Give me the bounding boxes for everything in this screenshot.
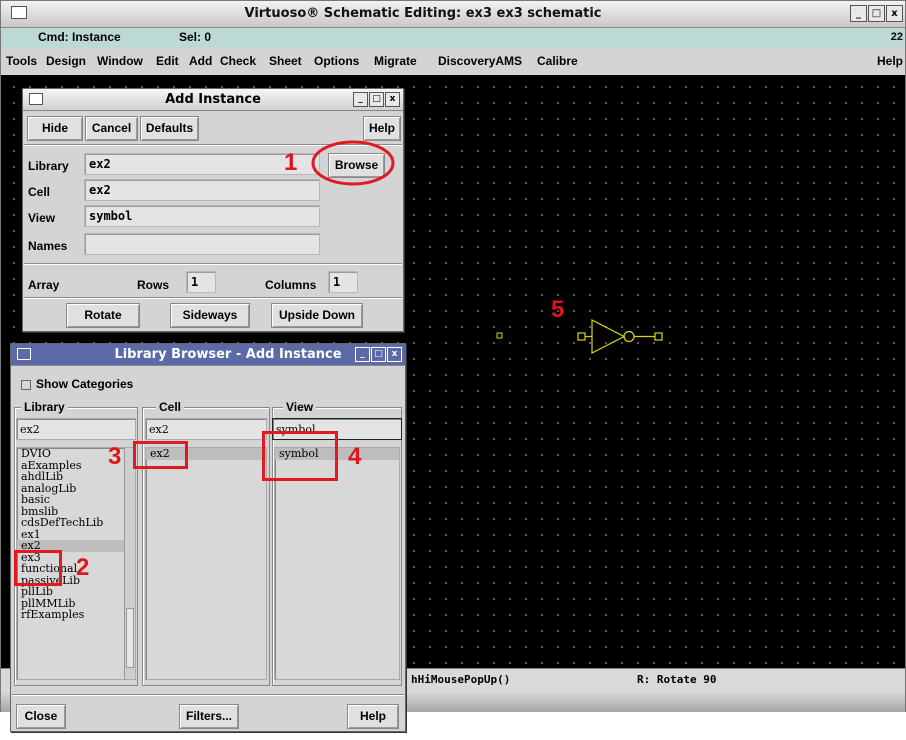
browse-highlight-ellipse [311, 140, 395, 186]
rows-label: Rows [137, 278, 170, 292]
separator [24, 297, 402, 299]
window-title: Virtuoso® Schematic Editing: ex3 ex3 sch… [244, 6, 602, 21]
cmd-bar-number: 22 [890, 31, 903, 43]
cell-filter-field[interactable]: ex2 [145, 418, 267, 440]
annotation-box-3 [133, 441, 188, 469]
upside-down-button[interactable]: Upside Down [271, 303, 363, 328]
add-instance-title: Add Instance [165, 92, 261, 107]
menu-tools[interactable]: Tools [6, 54, 37, 68]
menu-migrate[interactable]: Migrate [374, 54, 417, 68]
filters-button[interactable]: Filters... [179, 704, 239, 729]
library-browser-title: Library Browser - Add Instance [114, 347, 342, 362]
command-status-bar: Cmd: Instance Sel: 0 22 [1, 28, 905, 49]
list-item[interactable]: pllLib [17, 586, 135, 598]
minimize-icon[interactable]: _ [850, 5, 867, 22]
help-button[interactable]: Help [347, 704, 399, 729]
view-label: View [28, 211, 56, 225]
mouse-hint-right: R: Rotate 90 [637, 673, 717, 686]
menu-help[interactable]: Help [877, 54, 903, 68]
columns-field[interactable]: 1 [328, 271, 358, 293]
columns-label: Columns [265, 278, 317, 292]
separator [24, 263, 402, 265]
cell-column-header: Cell [156, 400, 185, 414]
scroll-thumb[interactable] [126, 608, 134, 668]
annotation-number-3: 3 [108, 443, 122, 470]
list-item[interactable]: rfExamples [17, 609, 135, 621]
annotation-number-1: 1 [284, 149, 298, 176]
show-categories-checkbox[interactable] [21, 380, 31, 390]
annotation-box-2 [14, 550, 62, 586]
inverter-symbol-icon [577, 319, 663, 354]
menu-calibre[interactable]: Calibre [537, 54, 578, 68]
maximize-icon[interactable]: □ [868, 5, 885, 22]
names-field[interactable] [84, 233, 320, 255]
library-column-header: Library [21, 400, 68, 414]
add-instance-title-bar[interactable]: Add Instance _ □ x [23, 89, 403, 111]
cell-field[interactable]: ex2 [84, 179, 320, 201]
rotate-button[interactable]: Rotate [66, 303, 140, 328]
mouse-hint-left: hHiMousePopUp() [411, 673, 511, 686]
annotation-box-4 [262, 431, 338, 481]
maximize-icon[interactable]: □ [371, 347, 386, 362]
library-browser-dialog: Library Browser - Add Instance _ □ x Sho… [10, 343, 406, 732]
dialog-menu-icon[interactable] [17, 348, 31, 360]
title-bar[interactable]: Virtuoso® Schematic Editing: ex3 ex3 sch… [1, 1, 905, 28]
menu-options[interactable]: Options [314, 54, 359, 68]
sideways-button[interactable]: Sideways [170, 303, 250, 328]
array-label: Array [28, 278, 60, 292]
menu-add[interactable]: Add [189, 54, 212, 68]
menu-check[interactable]: Check [220, 54, 256, 68]
close-icon[interactable]: x [387, 347, 402, 362]
close-icon[interactable]: x [385, 92, 400, 107]
menu-sheet[interactable]: Sheet [269, 54, 302, 68]
menu-bar: Tools Design Window Edit Add Check Sheet… [1, 49, 905, 75]
names-label: Names [28, 239, 68, 253]
maximize-icon[interactable]: □ [369, 92, 384, 107]
annotation-number-5: 5 [551, 296, 565, 323]
view-field[interactable]: symbol [84, 205, 320, 227]
selection-count: Sel: 0 [179, 30, 212, 44]
list-item[interactable]: basic [17, 494, 135, 506]
view-list[interactable]: symbol [274, 447, 400, 680]
library-filter-field[interactable]: ex2 [16, 418, 136, 440]
origin-marker [496, 332, 503, 339]
library-browser-title-bar[interactable]: Library Browser - Add Instance _ □ x [11, 344, 405, 366]
list-item[interactable]: ahdlLib [17, 471, 135, 483]
menu-design[interactable]: Design [46, 54, 86, 68]
minimize-icon[interactable]: _ [353, 92, 368, 107]
library-label: Library [28, 159, 69, 173]
cmd-status: Cmd: Instance [38, 30, 121, 44]
close-icon[interactable]: x [886, 5, 903, 22]
menu-window[interactable]: Window [97, 54, 143, 68]
cell-list[interactable]: ex2 [145, 447, 267, 680]
close-button[interactable]: Close [16, 704, 66, 729]
hide-button[interactable]: Hide [27, 116, 83, 141]
add-instance-dialog: Add Instance _ □ x Hide Cancel Defaults … [22, 88, 404, 332]
cancel-button[interactable]: Cancel [85, 116, 138, 141]
list-item[interactable]: cdsDefTechLib [17, 517, 135, 529]
show-categories-label: Show Categories [36, 377, 134, 391]
defaults-button[interactable]: Defaults [140, 116, 199, 141]
separator [12, 694, 404, 696]
view-column-header: View [283, 400, 317, 414]
menu-edit[interactable]: Edit [156, 54, 179, 68]
minimize-icon[interactable]: _ [355, 347, 370, 362]
cell-label: Cell [28, 185, 51, 199]
annotation-number-2: 2 [76, 554, 90, 581]
menu-discoveryams[interactable]: DiscoveryAMS [438, 54, 522, 68]
library-scrollbar[interactable] [124, 448, 135, 679]
rows-field[interactable]: 1 [186, 271, 216, 293]
annotation-number-4: 4 [348, 443, 362, 470]
